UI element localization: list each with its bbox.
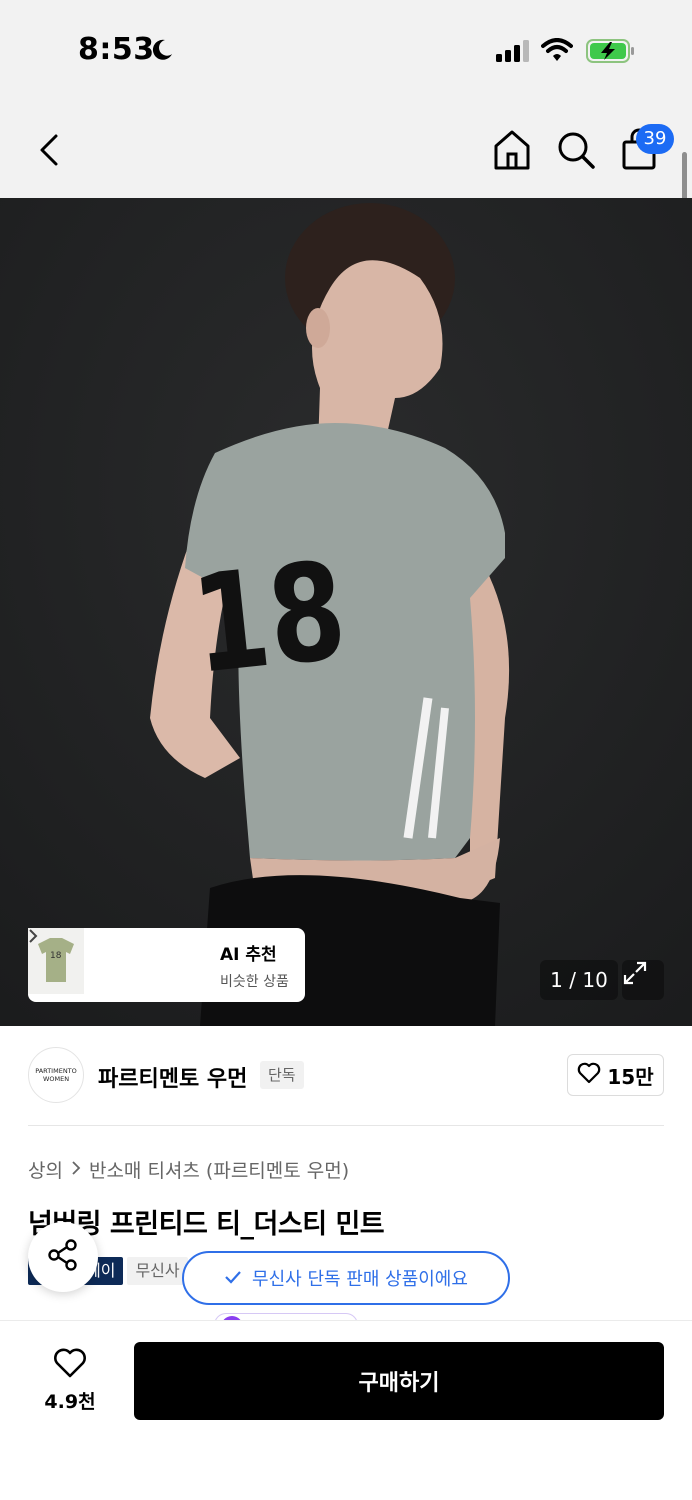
wishlist-button[interactable]: 4.9천: [30, 1347, 110, 1414]
wifi-icon: [541, 38, 573, 66]
product-photo-illustration: 18: [0, 198, 692, 1026]
exclusive-tag: 단독: [260, 1061, 304, 1089]
recommend-thumb-2[interactable]: [28, 928, 148, 998]
divider: [28, 1125, 664, 1126]
ai-recommend-card[interactable]: 18 AI 추천 비슷한 상품: [28, 928, 305, 1002]
product-image[interactable]: 18 18 AI 추천 비슷한 상품 1 / 10: [0, 198, 692, 1026]
status-time: 8:53: [78, 32, 155, 67]
home-icon[interactable]: [492, 128, 532, 176]
cart-count-badge: 39: [636, 124, 674, 154]
search-icon[interactable]: [556, 130, 596, 174]
ai-recommend-title: AI 추천: [220, 944, 277, 965]
recommend-thumb-3[interactable]: 18: [28, 928, 208, 998]
brand-logo[interactable]: PARTIMENTO WOMEN: [28, 1047, 84, 1103]
brand-logo-line2: WOMEN: [42, 1075, 70, 1083]
moon-icon: [150, 38, 174, 66]
brand-logo-line1: PARTIMENTO: [35, 1067, 77, 1075]
battery-charging-icon: [586, 39, 636, 67]
ai-recommend-subtitle: 비슷한 상품: [220, 973, 289, 990]
breadcrumb-item[interactable]: 반소매 티셔츠 (파르티멘토 우먼): [89, 1156, 349, 1183]
status-bar: 8:53: [0, 0, 692, 100]
brand-name[interactable]: 파르티멘토 우먼: [98, 1061, 247, 1093]
image-counter: 1 / 10: [540, 960, 618, 1000]
bottom-action-bar: 4.9천 구매하기: [0, 1320, 692, 1500]
chevron-right-icon: [71, 1159, 81, 1181]
expand-icon[interactable]: [622, 960, 664, 1000]
exclusive-toast: 무신사 단독 판매 상품이에요: [182, 1251, 510, 1305]
top-nav: 39: [0, 100, 692, 198]
breadcrumb: 상의 반소매 티셔츠 (파르티멘토 우먼): [28, 1156, 349, 1183]
musinsa-tag: 무신사: [127, 1257, 188, 1285]
heart-icon: [52, 1348, 88, 1383]
toast-text: 무신사 단독 판매 상품이에요: [252, 1269, 468, 1290]
signal-icon: [496, 40, 532, 66]
share-button[interactable]: [28, 1222, 98, 1292]
product-page: 8:53 39 18 18 AI 추천 비슷한 상품 1 / 10 PARTIM…: [0, 0, 692, 1500]
heart-icon: [577, 1062, 607, 1089]
back-icon[interactable]: [34, 130, 64, 174]
svg-text:18: 18: [186, 533, 353, 704]
share-icon: [46, 1238, 80, 1276]
buy-button[interactable]: 구매하기: [134, 1342, 664, 1420]
breadcrumb-item[interactable]: 상의: [28, 1156, 63, 1183]
brand-like-count: 15만: [607, 1064, 654, 1089]
wishlist-count: 4.9천: [44, 1391, 96, 1413]
check-icon: [224, 1268, 252, 1289]
brand-like-button[interactable]: 15만: [567, 1054, 664, 1096]
